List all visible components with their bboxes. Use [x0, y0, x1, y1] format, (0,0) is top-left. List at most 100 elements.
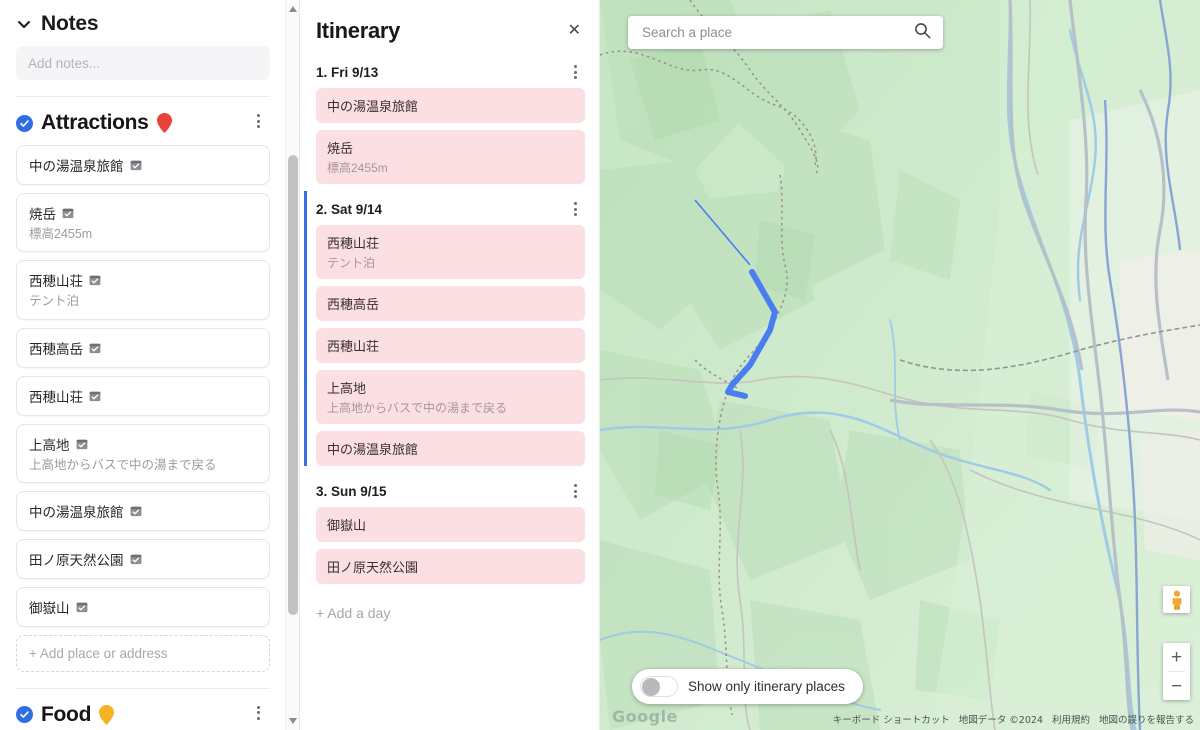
add-place-attractions[interactable]: + Add place or address	[16, 634, 270, 672]
toggle-switch[interactable]	[640, 676, 678, 697]
itinerary-item-name: 焼岳	[327, 141, 354, 156]
itinerary-day-3: 3. Sun 9/15 御嶽山 田ノ原天然公園	[316, 473, 585, 584]
itinerary-item[interactable]: 上高地 上高地からバスで中の湯まで戻る	[316, 370, 585, 424]
group-title: Attractions	[41, 111, 149, 134]
place-note: 上高地からバスで中の湯まで戻る	[29, 457, 217, 472]
itinerary-panel: Itinerary ✕ 1. Fri 9/13 中の湯温泉旅館 焼岳 標高245…	[300, 0, 600, 730]
map-tiles	[600, 0, 1200, 730]
check-circle-icon[interactable]	[16, 114, 33, 132]
place-name: 焼岳	[29, 207, 56, 222]
group-title: Food	[41, 702, 92, 726]
attractions-place-list: 中の湯温泉旅館 焼岳 標高2455m 西穂山荘 テント泊 西穂高岳 西穂山荘 上…	[12, 145, 272, 627]
group-header-attractions[interactable]: Attractions	[12, 97, 272, 145]
places-sidebar: Notes Add notes... Attractions 中の湯温泉旅館 焼…	[0, 0, 300, 730]
place-name: 西穂高岳	[29, 341, 83, 357]
calendar-check-icon	[130, 553, 142, 565]
kebab-menu-icon[interactable]	[567, 63, 583, 81]
scroll-up-arrow-icon[interactable]	[286, 2, 299, 16]
map-pin-icon	[99, 704, 115, 725]
day-header[interactable]: 2. Sat 9/14	[316, 191, 585, 225]
itinerary-item-name: 西穂山荘	[327, 339, 380, 354]
place-name: 中の湯温泉旅館	[29, 159, 124, 174]
zoom-out-button[interactable]: −	[1163, 672, 1190, 700]
notes-input[interactable]: Add notes...	[16, 46, 270, 80]
itinerary-item-note: 上高地からバスで中の湯まで戻る	[327, 401, 508, 415]
itinerary-item-name: 中の湯温泉旅館	[327, 99, 419, 114]
attribution-report-error[interactable]: 地図の誤りを報告する	[1099, 712, 1194, 726]
list-item[interactable]: 御嶽山	[16, 586, 270, 627]
place-name: 上高地	[29, 437, 70, 453]
place-note: 標高2455m	[29, 227, 93, 241]
day-label: 1. Fri 9/13	[316, 64, 379, 80]
itinerary-header: Itinerary ✕	[316, 0, 585, 54]
itinerary-item-note: テント泊	[327, 256, 376, 270]
itinerary-item[interactable]: 中の湯温泉旅館	[316, 431, 585, 466]
list-item[interactable]: 田ノ原天然公園	[16, 538, 270, 579]
kebab-menu-icon[interactable]	[567, 482, 583, 500]
place-note: テント泊	[29, 294, 80, 309]
map-search-bar[interactable]	[628, 16, 943, 49]
map-view[interactable]: 中部山岳 部五郎岳 大天井岳 槍ヶ岳 上高地 焼岳 アカンダナ山 鉢盛山 松川村…	[600, 0, 1200, 730]
itinerary-item-name: 中の湯温泉旅館	[327, 442, 419, 457]
day-label: 3. Sun 9/15	[316, 483, 387, 499]
day-header[interactable]: 1. Fri 9/13	[316, 54, 585, 88]
toggle-label: Show only itinerary places	[688, 679, 845, 694]
calendar-check-icon	[76, 438, 88, 450]
list-item[interactable]: 中の湯温泉旅館	[16, 145, 270, 185]
attribution-terms[interactable]: 利用規約	[1052, 712, 1090, 726]
itinerary-day-2: 2. Sat 9/14 西穂山荘 テント泊 西穂高岳 西穂山荘 上高地 上高地か…	[304, 191, 585, 466]
place-name: 田ノ原天然公園	[29, 552, 124, 568]
sidebar-scrollbar[interactable]	[285, 0, 299, 730]
calendar-check-icon	[130, 159, 142, 171]
notes-header[interactable]: Notes	[12, 0, 272, 42]
zoom-controls[interactable]: + −	[1163, 643, 1190, 700]
kebab-menu-icon[interactable]	[250, 704, 266, 722]
itinerary-item[interactable]: 焼岳 標高2455m	[316, 130, 585, 184]
itinerary-item[interactable]: 中の湯温泉旅館	[316, 88, 585, 123]
group-header-food[interactable]: Food	[12, 689, 272, 730]
chevron-down-icon[interactable]	[16, 16, 32, 32]
calendar-check-icon	[130, 505, 142, 517]
zoom-in-button[interactable]: +	[1163, 643, 1190, 671]
attribution-keyboard-shortcuts[interactable]: キーボード ショートカット	[833, 712, 950, 726]
google-watermark: Google	[612, 707, 678, 726]
itinerary-item[interactable]: 西穂高岳	[316, 286, 585, 321]
itinerary-item[interactable]: 西穂山荘	[316, 328, 585, 363]
calendar-check-icon	[89, 390, 101, 402]
kebab-menu-icon[interactable]	[250, 112, 266, 130]
itinerary-item[interactable]: 田ノ原天然公園	[316, 549, 585, 584]
pegman-street-view-icon[interactable]	[1163, 586, 1190, 613]
notes-placeholder: Add notes...	[28, 55, 101, 71]
list-item[interactable]: 西穂高岳	[16, 327, 270, 368]
place-name: 中の湯温泉旅館	[29, 504, 124, 520]
calendar-check-icon	[89, 342, 101, 354]
add-day-button[interactable]: + Add a day	[316, 591, 585, 621]
show-only-itinerary-toggle[interactable]: Show only itinerary places	[632, 669, 863, 704]
close-icon[interactable]: ✕	[564, 21, 585, 41]
search-input[interactable]	[640, 24, 914, 41]
list-item[interactable]: 中の湯温泉旅館	[16, 490, 270, 531]
itinerary-item[interactable]: 御嶽山	[316, 507, 585, 542]
itinerary-item-name: 御嶽山	[327, 518, 367, 533]
list-item[interactable]: 焼岳 標高2455m	[16, 193, 270, 253]
sidebar-scrollbar-thumb[interactable]	[288, 155, 298, 615]
itinerary-item[interactable]: 西穂山荘 テント泊	[316, 225, 585, 279]
page-title: Itinerary	[316, 18, 401, 43]
itinerary-item-name: 西穂山荘	[327, 236, 380, 251]
map-attribution: キーボード ショートカット 地図データ ©2024 利用規約 地図の誤りを報告す…	[833, 712, 1194, 726]
list-item[interactable]: 西穂山荘 テント泊	[16, 260, 270, 320]
search-icon[interactable]	[914, 22, 931, 44]
place-name: 御嶽山	[29, 600, 70, 616]
calendar-check-icon	[62, 207, 74, 219]
kebab-menu-icon[interactable]	[567, 200, 583, 218]
list-item[interactable]: 西穂山荘	[16, 375, 270, 416]
list-item[interactable]: 上高地 上高地からバスで中の湯まで戻る	[16, 423, 270, 483]
check-circle-icon[interactable]	[16, 706, 33, 724]
day-header[interactable]: 3. Sun 9/15	[316, 473, 585, 507]
day-label: 2. Sat 9/14	[316, 201, 383, 217]
map-pin-icon	[156, 113, 172, 133]
itinerary-day-1: 1. Fri 9/13 中の湯温泉旅館 焼岳 標高2455m	[316, 54, 585, 184]
scroll-down-arrow-icon[interactable]	[286, 714, 299, 728]
place-name: 西穂山荘	[29, 274, 83, 290]
itinerary-item-name: 田ノ原天然公園	[327, 560, 419, 575]
